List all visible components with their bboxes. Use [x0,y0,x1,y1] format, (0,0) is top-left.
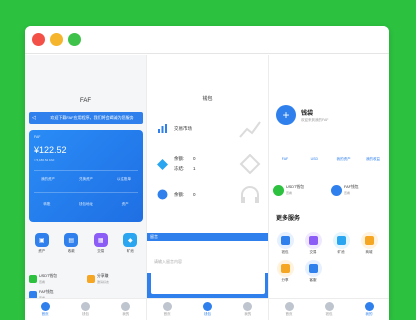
add-avatar-button[interactable]: + [276,105,296,125]
profile-icon [121,302,131,311]
tab-bar: 首页 钱包 我的 [147,298,268,320]
trade-icon: ▦ [93,233,108,247]
support-service-icon [304,260,322,277]
tab-profile[interactable]: 我的 [357,302,381,317]
balance-row-2[interactable]: 余额: 0 [157,185,261,205]
home-icon [162,302,172,311]
faf-icon [331,185,342,196]
receive-icon: ▤ [64,233,79,247]
tab-bar: 首页 钱包 我的 [269,298,389,320]
stat-item[interactable]: 我的收益 [361,157,385,162]
share-service-icon [276,260,294,277]
tab-bar: 首页 钱包 我的 [25,298,146,320]
tab-wallet[interactable]: 钱包 [195,302,219,317]
tab-wallet[interactable]: 钱包 [317,302,341,317]
share-icon [87,275,95,283]
card-action[interactable]: 转账 [43,202,50,207]
wallet-icon [80,302,90,311]
minimize-window-button[interactable] [50,33,63,46]
tab-home[interactable]: 首页 [33,302,57,317]
shortcut-grid: ▣ 资产 ▤ 收款 ▦ 交易 ◆ 矿池 [27,233,145,254]
trade-service-icon [304,232,322,249]
service-item[interactable]: 钱包 [274,232,296,255]
service-item[interactable]: 矿池 [330,232,352,255]
diamond-icon [157,159,168,170]
card-divider [34,170,138,171]
wallet-icon [202,302,212,311]
more-services-title: 更多服务 [276,216,301,222]
card-action[interactable]: 我的资产 [41,177,55,182]
pool-service-icon [332,232,350,249]
home-icon [284,302,294,311]
card-divider [34,192,138,193]
wallet-service-icon [276,232,294,249]
shortcut-item[interactable]: ▤ 收款 [58,233,84,254]
market-row[interactable]: 交易市场 [157,119,261,139]
home-icon [40,302,50,311]
balance-card[interactable]: FAF ¥122.52 ≈ 5,180.52 FAF 我的资产 兑换资产 以往账… [29,130,143,222]
list-item[interactable]: 分享赚 邀请好友 [87,273,143,287]
wallet-title: 钱包 [202,96,213,102]
message-placeholder: 请输入留言内容 [154,259,182,264]
usdt-icon [29,275,37,283]
title-bar [25,26,389,54]
wallet-screen: 钱包 交易市场 余额: 0 冻结: 1 余额: 0 留言 请输入留言内容 确定 … [147,55,269,320]
home-title: FAF [79,98,91,104]
tab-profile[interactable]: 我的 [114,302,138,317]
notice-text: 欢迎下载FAF应用程序，我们将会竭诚为您服务 [50,115,134,120]
stat-item[interactable]: USD [302,157,326,162]
close-window-button[interactable] [32,33,45,46]
zoom-window-button[interactable] [68,33,81,46]
balance-row[interactable]: 余额: 0 冻结: 1 [157,151,261,177]
diamond-deco-icon [239,154,261,174]
shortcut-item[interactable]: ▣ 资产 [29,233,55,254]
wallet-icon [324,302,334,311]
chart-icon [158,124,167,133]
shop-service-icon [360,232,378,249]
profile-screen: + 钱袋 欢迎来到我的FAF FAF USD 我的资产 我的收益 USDT钱包 … [269,55,389,320]
service-item[interactable]: 分享 [274,260,296,283]
shortcut-item[interactable]: ◆ 矿池 [117,233,143,254]
speaker-icon: ◁ [32,115,36,121]
usdt-icon [273,185,284,196]
card-label: FAF [34,135,41,139]
asset-icon: ▣ [34,233,49,247]
profile-icon [364,302,374,311]
profile-icon [243,302,253,311]
card-balance: ¥122.52 [34,145,67,155]
headset-icon [241,186,259,203]
trend-icon [239,121,261,138]
usdt-wallet[interactable]: USDT钱包 查看 [273,183,327,203]
tab-profile[interactable]: 我的 [236,302,260,317]
dialog-title: 留言 [147,233,268,241]
stat-item[interactable]: FAF [273,157,297,162]
faf-wallet[interactable]: FAF钱包 查看 [331,183,385,203]
card-sub: ≈ 5,180.52 FAF [34,158,55,162]
user-name: 钱袋 [301,111,314,117]
pool-icon: ◆ [123,233,138,247]
confirm-button[interactable]: 确定 [147,285,268,291]
shortcut-item[interactable]: ▦ 交易 [88,233,114,254]
tab-home[interactable]: 首页 [155,302,179,317]
stats-row: FAF USD 我的资产 我的收益 [273,157,385,162]
notice-bar[interactable]: ◁ 欢迎下载FAF应用程序，我们将会竭诚为您服务 [29,112,143,124]
card-action[interactable]: 资产 [122,202,129,207]
list-item[interactable]: USDT钱包 查看 [29,273,85,287]
coin-icon [157,189,168,200]
service-item[interactable]: 商城 [358,232,380,255]
app-window: FAF ◁ 欢迎下载FAF应用程序，我们将会竭诚为您服务 FAF ¥122.52… [25,26,389,320]
card-action[interactable]: 兑换资产 [79,177,93,182]
service-item[interactable]: 客服 [302,260,324,283]
home-screen: FAF ◁ 欢迎下载FAF应用程序，我们将会竭诚为您服务 FAF ¥122.52… [25,55,147,320]
card-action[interactable]: 钱包地址 [79,202,93,207]
tab-home[interactable]: 首页 [277,302,301,317]
user-subtitle: 欢迎来到我的FAF [301,118,329,122]
card-action[interactable]: 以往账单 [117,177,131,182]
tab-wallet[interactable]: 钱包 [73,302,97,317]
stat-item[interactable]: 我的资产 [332,157,356,162]
service-item[interactable]: 交易 [302,232,324,255]
